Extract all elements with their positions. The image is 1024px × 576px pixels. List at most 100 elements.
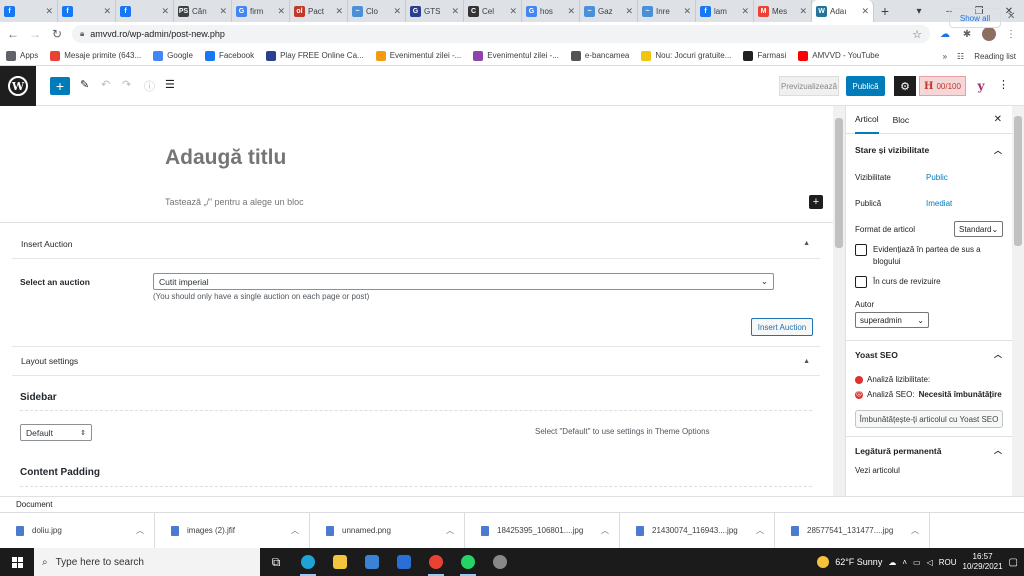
browser-tab[interactable]: W Adaı ✕ bbox=[812, 0, 874, 22]
store-icon[interactable] bbox=[356, 548, 388, 576]
tab-close-icon[interactable]: ✕ bbox=[335, 6, 343, 17]
download-item[interactable]: 21430074_116943....jpg ︿ bbox=[620, 512, 775, 549]
bookmark-item[interactable]: Google bbox=[153, 50, 193, 61]
status-visibility-panel-header[interactable]: Stare și vizibilitate ︿ bbox=[846, 136, 1012, 164]
bookmark-item[interactable]: Play FREE Online Ca... bbox=[266, 50, 364, 61]
bookmark-item[interactable]: Facebook bbox=[204, 50, 254, 61]
info-icon[interactable]: ⓘ bbox=[144, 78, 155, 94]
tab-close-icon[interactable]: ✕ bbox=[861, 6, 869, 17]
browser-tab[interactable]: M Mes ✕ bbox=[754, 0, 812, 22]
inline-add-block-icon[interactable]: + bbox=[809, 195, 823, 209]
chevron-up-icon[interactable]: ︿ bbox=[291, 525, 299, 536]
chevron-up-icon[interactable]: ︿ bbox=[994, 349, 1002, 360]
chevron-up-icon[interactable]: ︿ bbox=[446, 525, 454, 536]
cloud-extension-icon[interactable]: ☁ bbox=[938, 29, 952, 40]
bookmark-item[interactable]: Evenimentul zilei -... bbox=[473, 50, 559, 61]
url-text[interactable]: amvvd.ro/wp-admin/post-new.php bbox=[90, 29, 906, 39]
download-item[interactable]: 18425395_106801....jpg ︿ bbox=[465, 512, 620, 549]
chevron-up-icon[interactable]: ︿ bbox=[136, 525, 144, 536]
reload-icon[interactable]: ↻ bbox=[50, 27, 64, 41]
notifications-icon[interactable]: ▢ bbox=[1009, 557, 1018, 568]
sidebar-scrollbar-thumb[interactable] bbox=[1014, 116, 1022, 246]
undo-icon[interactable]: ↶ bbox=[101, 78, 110, 91]
collapse-caret-icon[interactable]: ▲ bbox=[803, 240, 810, 247]
visibility-link[interactable]: Public bbox=[926, 173, 948, 182]
author-select[interactable]: superadmin ⌄ bbox=[855, 312, 929, 328]
edge-icon[interactable] bbox=[292, 548, 324, 576]
clock[interactable]: 16:57 10/29/2021 bbox=[963, 552, 1003, 572]
whatsapp-icon[interactable] bbox=[452, 548, 484, 576]
extensions-puzzle-icon[interactable]: ✱ bbox=[960, 29, 974, 40]
weather-text[interactable]: 62°F Sunny bbox=[835, 557, 882, 567]
preview-button[interactable]: Previzualizează bbox=[779, 76, 839, 96]
block-placeholder[interactable]: Tastează „/” pentru a alege un bloc bbox=[165, 197, 304, 207]
browser-tab[interactable]: C Cel ✕ bbox=[464, 0, 522, 22]
wordpress-logo-icon[interactable]: W bbox=[0, 66, 36, 106]
yoast-button[interactable]: y bbox=[971, 76, 991, 96]
list-view-icon[interactable]: ☰ bbox=[165, 78, 175, 91]
chrome-icon[interactable] bbox=[420, 548, 452, 576]
auction-select[interactable]: Cutit imperial ⌄ bbox=[153, 273, 774, 290]
chevron-up-icon[interactable]: ︿ bbox=[994, 145, 1002, 156]
browser-menu-icon[interactable]: ⋮ bbox=[1004, 29, 1018, 40]
volume-icon[interactable]: ◁ bbox=[927, 558, 933, 567]
chevron-up-icon[interactable]: ︿ bbox=[994, 445, 1002, 456]
back-icon[interactable]: ← bbox=[6, 27, 20, 41]
tab-close-icon[interactable]: ✕ bbox=[161, 6, 169, 17]
tray-chevron-icon[interactable]: ˄ bbox=[902, 558, 907, 567]
browser-tab[interactable]: ~ Clo ✕ bbox=[348, 0, 406, 22]
chevron-up-icon[interactable]: ︿ bbox=[911, 525, 919, 536]
reading-list-button[interactable]: Reading list bbox=[974, 52, 1016, 61]
pending-review-checkbox[interactable] bbox=[855, 276, 867, 288]
tab-close-icon[interactable]: ✕ bbox=[567, 6, 575, 17]
editor-scrollbar-thumb[interactable] bbox=[835, 118, 843, 248]
editor-scrollbar[interactable] bbox=[833, 106, 845, 496]
tab-search-icon[interactable]: ▾ bbox=[904, 6, 934, 17]
mail-icon[interactable] bbox=[388, 548, 420, 576]
tab-close-icon[interactable]: ✕ bbox=[103, 6, 111, 17]
download-item[interactable]: doliu.jpg ︿ bbox=[0, 512, 155, 549]
task-view-icon[interactable]: ⧉ bbox=[260, 548, 292, 576]
lock-icon[interactable]: 🔒︎ bbox=[80, 29, 84, 39]
add-block-button[interactable]: + bbox=[50, 77, 70, 95]
collapse-caret-icon[interactable]: ▲ bbox=[803, 358, 810, 365]
tab-close-icon[interactable]: ✕ bbox=[799, 6, 807, 17]
file-explorer-icon[interactable] bbox=[324, 548, 356, 576]
bookmark-item[interactable]: Mesaje primite (643... bbox=[50, 50, 141, 61]
close-shelf-icon[interactable]: ✕ bbox=[1007, 11, 1015, 22]
tab-close-icon[interactable]: ✕ bbox=[683, 6, 691, 17]
improve-seo-button[interactable]: Îmbunătățește-ți articolul cu Yoast SEO bbox=[855, 410, 1003, 428]
layout-settings-metabox-header[interactable]: Layout settings ▲ bbox=[12, 346, 820, 376]
browser-tab[interactable]: f lam ✕ bbox=[696, 0, 754, 22]
sticky-checkbox[interactable] bbox=[855, 244, 867, 256]
browser-tab[interactable]: ~ Gaz ✕ bbox=[580, 0, 638, 22]
tab-close-icon[interactable]: ✕ bbox=[393, 6, 401, 17]
browser-tab[interactable]: f ✕ bbox=[116, 0, 174, 22]
download-item[interactable]: images (2).jfif ︿ bbox=[155, 512, 310, 549]
profile-avatar[interactable] bbox=[982, 27, 996, 41]
tab-close-icon[interactable]: ✕ bbox=[219, 6, 227, 17]
browser-tab[interactable]: Gfirm ✕ bbox=[232, 0, 290, 22]
settings-gear-icon[interactable]: ⚙ bbox=[894, 76, 916, 96]
publish-date-link[interactable]: Imediat bbox=[926, 199, 952, 208]
network-icon[interactable]: ▭ bbox=[913, 558, 921, 567]
seo-score-button[interactable]: H 00/100 bbox=[919, 76, 966, 96]
tab-close-icon[interactable]: ✕ bbox=[277, 6, 285, 17]
chevron-up-icon[interactable]: ︿ bbox=[601, 525, 609, 536]
breadcrumb[interactable]: Document bbox=[0, 496, 1024, 512]
tab-post[interactable]: Articol bbox=[855, 106, 879, 134]
tab-block[interactable]: Bloc bbox=[893, 106, 910, 134]
bookmark-item[interactable]: AMVVD - YouTube bbox=[798, 50, 879, 61]
post-title-input[interactable]: Adaugă titlu bbox=[165, 146, 286, 170]
tab-close-icon[interactable]: ✕ bbox=[741, 6, 749, 17]
chevron-up-icon[interactable]: ︿ bbox=[756, 525, 764, 536]
bookmark-item[interactable]: Farmasi bbox=[743, 50, 786, 61]
start-button[interactable] bbox=[0, 548, 34, 576]
tab-close-icon[interactable]: ✕ bbox=[451, 6, 459, 17]
reading-list-icon[interactable]: ☷ bbox=[957, 52, 964, 61]
language-indicator[interactable]: ROU bbox=[939, 558, 957, 567]
browser-tab[interactable]: f ✕ bbox=[58, 0, 116, 22]
tray-cloud-icon[interactable]: ☁ bbox=[888, 558, 896, 567]
new-tab-button[interactable]: + bbox=[874, 3, 896, 19]
browser-tab[interactable]: ol Pact ✕ bbox=[290, 0, 348, 22]
